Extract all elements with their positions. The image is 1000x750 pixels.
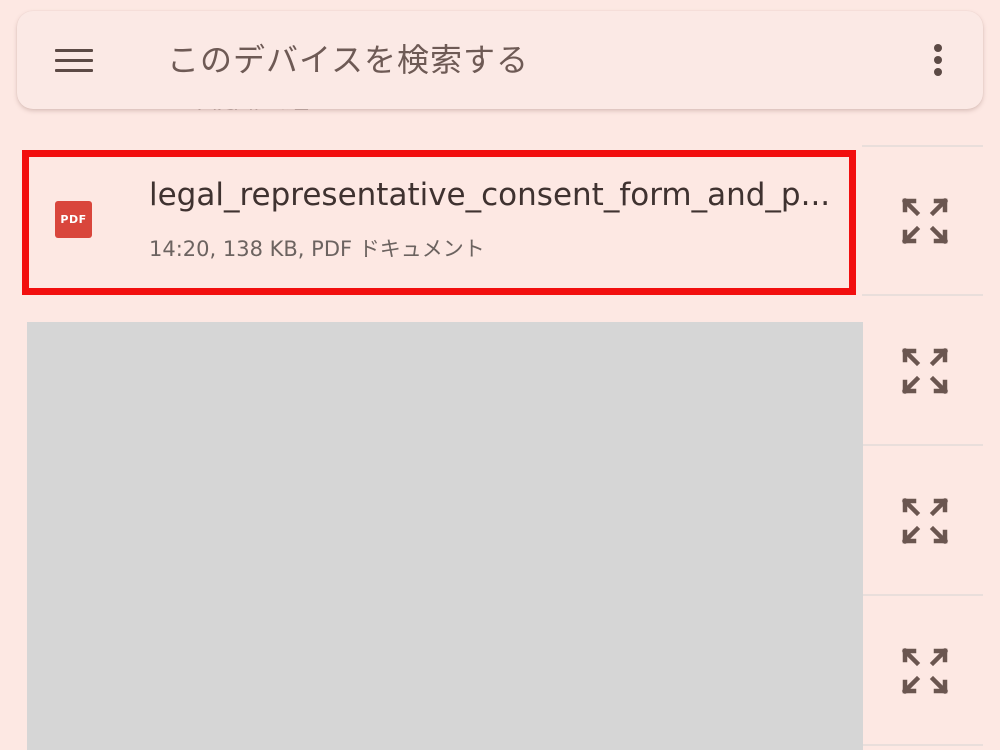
expand-icon[interactable] xyxy=(885,330,965,410)
expand-icon[interactable] xyxy=(885,480,965,560)
expand-icon-graphic xyxy=(901,647,949,695)
row-divider xyxy=(862,594,983,596)
search-bar[interactable]: このデバイスを検索する xyxy=(17,11,983,109)
file-list-item[interactable]: PDF legal_representative_consent_form_an… xyxy=(28,153,852,291)
expand-icon[interactable] xyxy=(885,180,965,260)
file-name: legal_representative_consent_form_and_p.… xyxy=(149,177,831,213)
expand-icon-graphic xyxy=(901,497,949,545)
hamburger-menu-icon[interactable] xyxy=(55,46,93,74)
file-details: 14:20, 138 KB, PDF ドキュメント xyxy=(149,237,485,261)
expand-icon-graphic xyxy=(901,347,949,395)
pdf-file-icon: PDF xyxy=(55,201,92,238)
file-thumbnail-placeholder xyxy=(27,322,863,750)
row-divider xyxy=(862,294,983,296)
expand-icon[interactable] xyxy=(885,630,965,710)
more-vertical-icon[interactable] xyxy=(931,42,945,78)
row-divider xyxy=(862,744,983,746)
search-input[interactable]: このデバイスを検索する xyxy=(167,39,529,81)
row-divider xyxy=(862,145,983,147)
row-divider xyxy=(862,444,983,446)
expand-icon-graphic xyxy=(901,197,949,245)
